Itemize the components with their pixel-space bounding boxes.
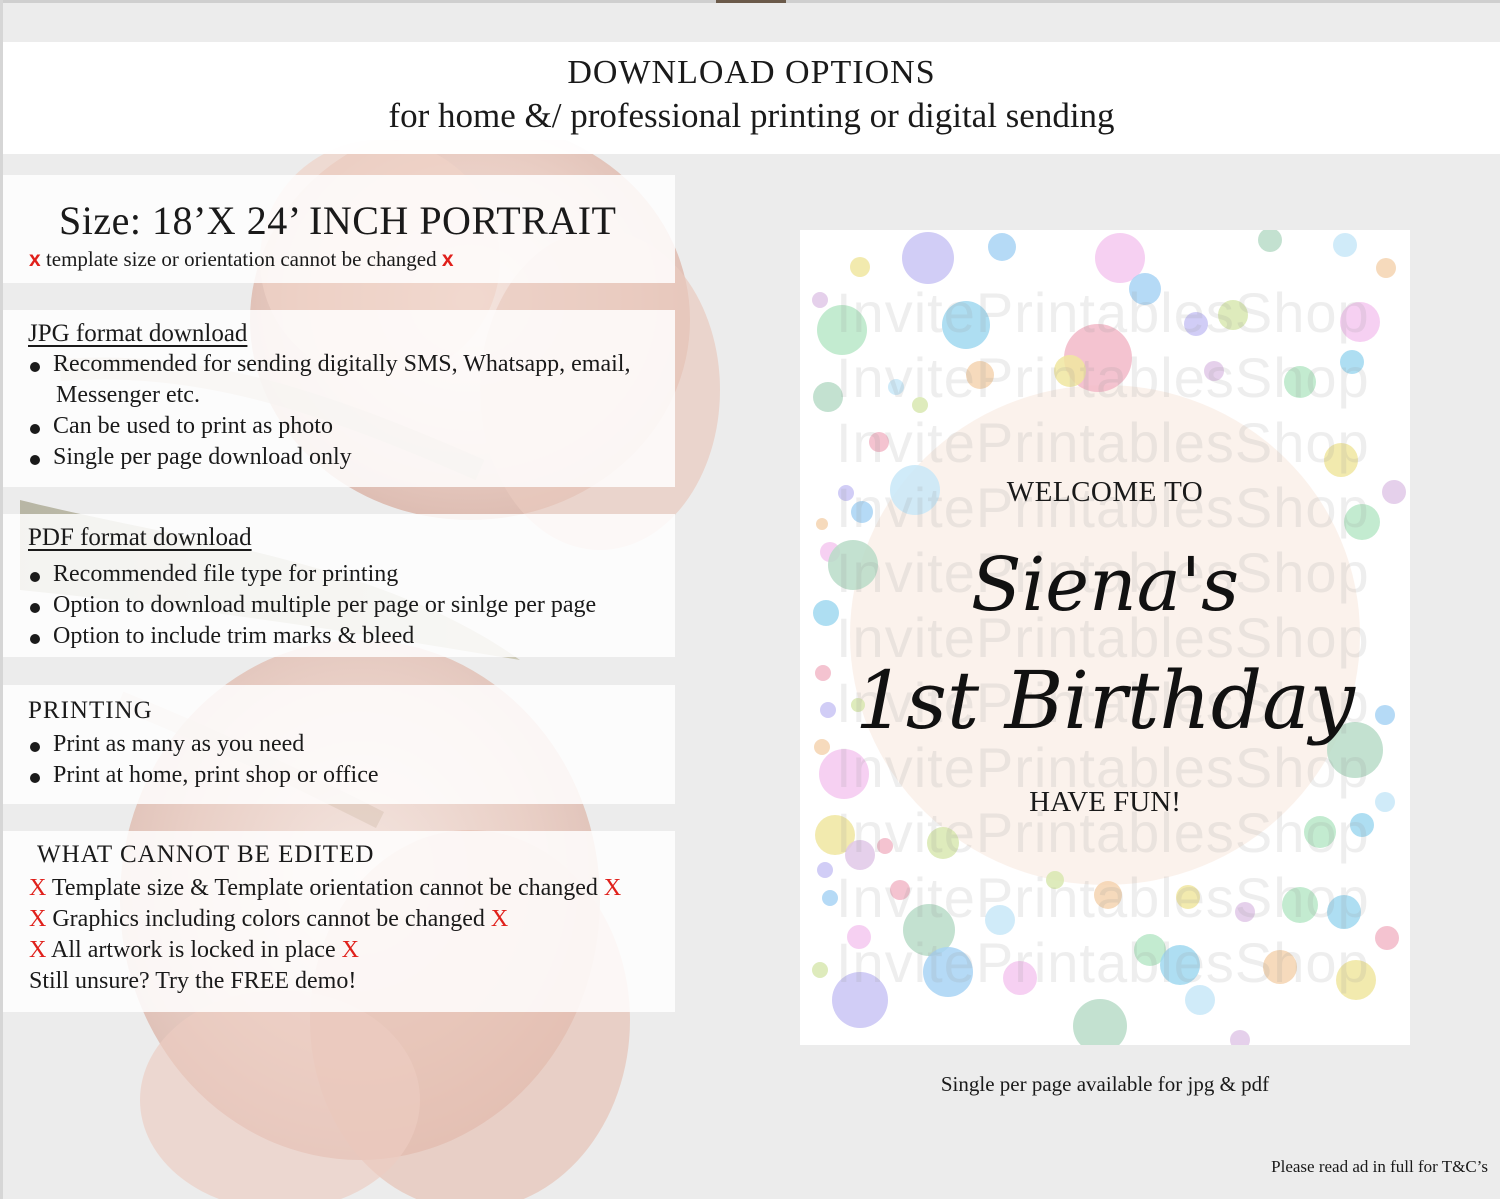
jpg-panel: JPG format download Recommended for send… — [3, 310, 675, 487]
printing-title: PRINTING — [28, 697, 153, 724]
restriction-text: Graphics including colors cannot be chan… — [52, 906, 485, 932]
x-marker: X — [29, 906, 47, 932]
cannot-edit-lines: X Template size & Template orientation c… — [29, 873, 621, 997]
bullet-text: Recommended file type for printing — [53, 561, 399, 587]
x-marker: X — [29, 937, 47, 963]
header-banner: DOWNLOAD OPTIONS for home &/ professiona… — [3, 42, 1500, 154]
x-marker: x — [441, 248, 454, 271]
polka-dot — [1333, 233, 1357, 257]
sign-occasion-script: 1st Birthday — [855, 654, 1355, 747]
list-item: X Graphics including colors cannot be ch… — [29, 904, 621, 935]
sign-preview: InvitePrintablesShop InvitePrintablesSho… — [800, 230, 1410, 1045]
watermark: InvitePrintablesShop — [836, 281, 1370, 344]
watermark: InvitePrintablesShop — [836, 931, 1370, 994]
cannot-edit-title: WHAT CANNOT BE EDITED — [37, 841, 375, 868]
size-title: Size: 18’X 24’ INCH PORTRAIT — [59, 198, 617, 243]
top-tab-marker — [716, 0, 786, 3]
restriction-text: Template size & Template orientation can… — [51, 875, 598, 901]
header-title: DOWNLOAD OPTIONS — [567, 54, 936, 91]
bullet-icon — [30, 742, 40, 752]
sign-welcome-text: WELCOME TO — [1006, 476, 1204, 508]
bullet-icon — [30, 773, 40, 783]
pdf-panel: PDF format download Recommended file typ… — [3, 514, 675, 657]
polka-dot — [817, 862, 833, 878]
bullet-icon — [30, 603, 40, 613]
list-item: Recommended file type for printing — [28, 559, 596, 590]
bullet-text: Print at home, print shop or office — [53, 762, 379, 788]
terms-footnote: Please read ad in full for T&C’s — [1271, 1157, 1488, 1176]
size-panel: Size: 18’X 24’ INCH PORTRAIT x template … — [3, 175, 675, 283]
jpg-bullets: Recommended for sending digitally SMS, W… — [28, 349, 630, 473]
sign-name-script: Siena's — [970, 542, 1240, 628]
polka-dot — [816, 518, 828, 530]
bullet-text: Can be used to print as photo — [53, 413, 333, 439]
x-marker: X — [490, 906, 509, 932]
bullet-continuation: Messenger etc. — [56, 382, 200, 408]
watermark: InvitePrintablesShop — [836, 411, 1370, 474]
preview-caption: Single per page available for jpg & pdf — [940, 1072, 1270, 1096]
list-item: Recommended for sending digitally SMS, W… — [28, 349, 630, 411]
printing-bullets: Print as many as you need Print at home,… — [28, 729, 379, 791]
x-marker: X — [29, 875, 47, 901]
printing-panel: PRINTING Print as many as you need Print… — [3, 685, 675, 804]
list-item: Single per page download only — [28, 442, 630, 473]
polka-dot — [1073, 999, 1127, 1045]
pdf-title: PDF format download — [28, 524, 252, 551]
polka-dot — [1376, 258, 1396, 278]
bullet-icon — [30, 424, 40, 434]
bullet-text: Option to download multiple per page or … — [53, 592, 597, 618]
x-marker: X — [341, 937, 359, 963]
watermark: InvitePrintablesShop — [836, 346, 1370, 409]
sign-closing-text: HAVE FUN! — [1029, 786, 1181, 818]
polka-dot — [850, 257, 870, 277]
bullet-icon — [30, 634, 40, 644]
jpg-title: JPG format download — [28, 320, 248, 347]
size-note: x template size or orientation cannot be… — [29, 247, 454, 272]
watermark: InvitePrintablesShop — [836, 866, 1370, 929]
list-item: X All artwork is locked in place X — [29, 935, 621, 966]
bullet-text: Single per page download only — [53, 444, 352, 470]
listing-canvas: DOWNLOAD OPTIONS for home &/ professiona… — [0, 0, 1500, 1199]
polka-dot — [988, 233, 1016, 261]
bullet-text: Option to include trim marks & bleed — [53, 623, 415, 649]
bullet-icon — [30, 362, 40, 372]
list-item: Option to download multiple per page or … — [28, 590, 596, 621]
header-subtitle: for home &/ professional printing or dig… — [388, 96, 1115, 135]
list-item: Option to include trim marks & bleed — [28, 621, 596, 652]
cannot-edit-panel: WHAT CANNOT BE EDITED X Template size & … — [3, 831, 675, 1012]
pdf-bullets: Recommended file type for printing Optio… — [28, 559, 596, 652]
demo-callout: Still unsure? Try the FREE demo! — [29, 968, 357, 994]
list-item: X Template size & Template orientation c… — [29, 873, 621, 904]
x-marker: x — [29, 248, 41, 271]
flower-illustration — [20, 140, 720, 1199]
polka-dot — [1230, 1030, 1250, 1045]
restriction-text: All artwork is locked in place — [51, 937, 336, 963]
bullet-icon — [30, 572, 40, 582]
x-marker: X — [603, 875, 622, 901]
polka-dot — [1258, 230, 1282, 252]
polka-dot — [812, 292, 828, 308]
polka-dot — [812, 962, 828, 978]
list-item: Print as many as you need — [28, 729, 379, 760]
bullet-icon — [30, 455, 40, 465]
list-item: Can be used to print as photo — [28, 411, 630, 442]
list-item: Print at home, print shop or office — [28, 760, 379, 791]
polka-dot — [902, 232, 954, 284]
bullet-text: Print as many as you need — [53, 731, 305, 757]
size-note-text: template size or orientation cannot be c… — [45, 247, 437, 271]
bullet-text: Recommended for sending digitally SMS, W… — [53, 351, 631, 377]
